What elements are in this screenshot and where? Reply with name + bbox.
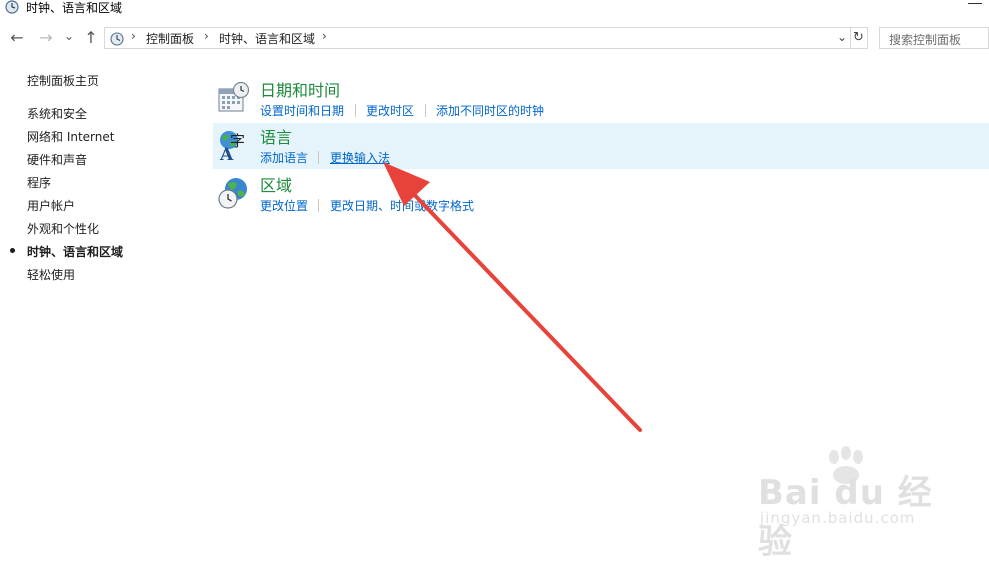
baidu-watermark: Bai du 经验 jingyan.baidu.com xyxy=(758,445,948,562)
watermark-url: jingyan.baidu.com xyxy=(760,509,916,527)
